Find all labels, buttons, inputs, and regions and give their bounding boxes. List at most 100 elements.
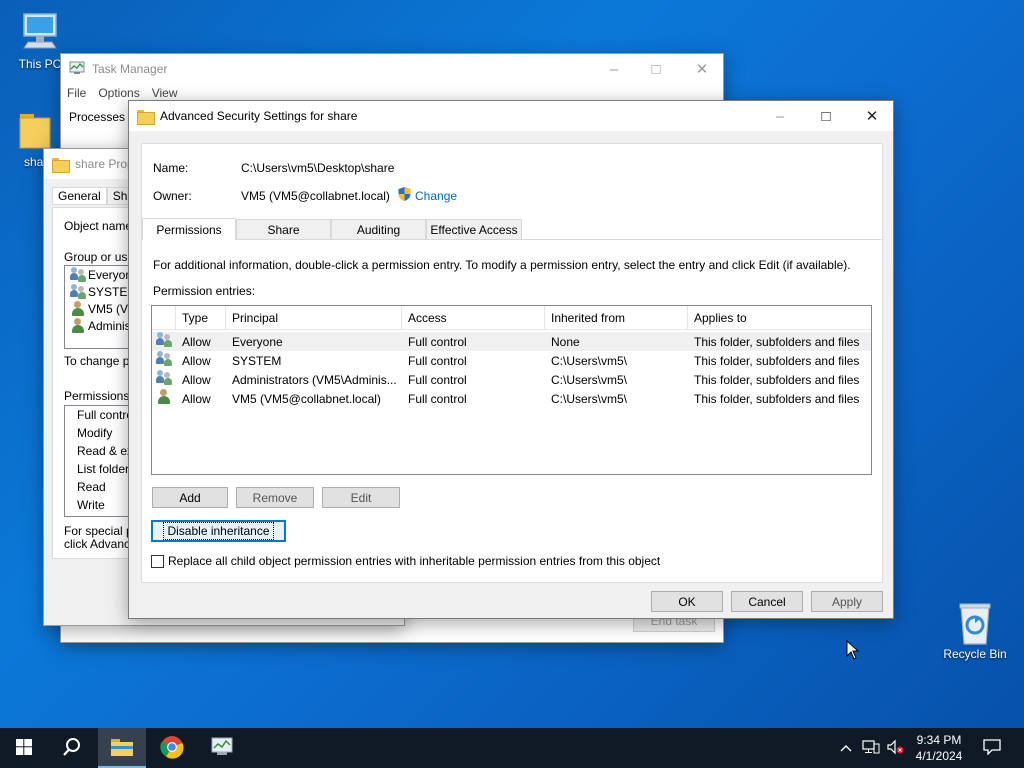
entry-applies-to: This folder, subfolders and files	[694, 372, 860, 387]
user-icon	[156, 389, 172, 405]
principal-icon-cell	[152, 370, 176, 389]
entry-principal: SYSTEM	[232, 353, 282, 368]
clock-time: 9:34 PM	[916, 733, 962, 747]
taskbar-task-manager[interactable]	[198, 728, 246, 768]
tab-share[interactable]: Share	[236, 219, 331, 239]
name-value: C:\Users\vm5\Desktop\share	[241, 161, 395, 175]
close-button[interactable]: ✕	[849, 101, 895, 131]
menu-file[interactable]: File	[67, 86, 86, 100]
search-button[interactable]	[48, 728, 96, 768]
column-header-principal[interactable]: Principal	[226, 306, 402, 329]
list-rows: Allow Everyone Full control None This folder…	[152, 332, 871, 408]
tab-processes[interactable]: Processes	[69, 110, 125, 124]
folder-icon	[52, 157, 70, 173]
edit-button[interactable]: Edit	[322, 487, 400, 508]
network-tray-button[interactable]	[860, 728, 882, 768]
chevron-up-icon	[840, 741, 852, 755]
entry-applies-to: This folder, subfolders and files	[694, 391, 860, 406]
clock[interactable]: 9:34 PM 4/1/2024	[908, 728, 970, 768]
tab-permissions[interactable]: Permissions	[142, 218, 236, 240]
column-header-inherited-from[interactable]: Inherited from	[545, 306, 688, 329]
volume-tray-button[interactable]	[884, 728, 906, 768]
apply-button[interactable]: Apply	[811, 591, 883, 612]
column-header-type[interactable]: Type	[176, 306, 226, 329]
permission-entry-row[interactable]: Allow SYSTEM Full control C:\Users\vm5\ This…	[152, 351, 871, 370]
minimize-button[interactable]: –	[591, 54, 637, 84]
notifications-button[interactable]	[976, 728, 1008, 768]
folder-icon	[137, 109, 155, 125]
principal-icon-cell	[152, 351, 176, 370]
desktop-icon-recycle-bin[interactable]: Recycle Bin	[937, 600, 1013, 661]
permission-entries-list[interactable]: Type Principal Access Inherited from App…	[151, 305, 872, 475]
permission-entry-row[interactable]: Allow VM5 (VM5@collabnet.local) Full contr…	[152, 389, 871, 408]
file-explorer-icon	[110, 737, 134, 760]
group-or-user-label: Group or user	[64, 250, 139, 264]
entry-principal: Administrators (VM5\Adminis...	[232, 372, 397, 387]
dialog-tabs: Permissions Share Auditing Effective Acc…	[141, 218, 883, 241]
minimize-button[interactable]: –	[757, 101, 803, 131]
header-icon-col	[152, 306, 176, 329]
task-manager-menubar: File Options View	[67, 86, 178, 100]
replace-child-entries-checkbox[interactable]	[151, 554, 164, 568]
group-icon	[156, 370, 172, 386]
taskbar: 9:34 PM 4/1/2024	[0, 728, 1024, 768]
group-icon	[156, 351, 172, 367]
advanced-security-dialog[interactable]: Advanced Security Settings for share – □…	[128, 100, 894, 619]
entry-access: Full control	[408, 372, 467, 387]
maximize-button[interactable]: □	[633, 54, 679, 84]
network-icon	[862, 739, 880, 758]
folder-icon	[12, 108, 56, 152]
group-icon	[156, 332, 172, 348]
task-manager-icon	[69, 60, 85, 79]
replace-child-entries-option[interactable]: Replace all child object permission entr…	[151, 554, 660, 568]
search-icon	[62, 737, 82, 760]
tab-auditing[interactable]: Auditing	[331, 219, 426, 239]
ok-button[interactable]: OK	[651, 591, 723, 612]
add-button[interactable]: Add	[152, 487, 228, 508]
disable-inheritance-button[interactable]: Disable inheritance	[151, 520, 286, 542]
chrome-icon	[160, 735, 184, 762]
cancel-button[interactable]: Cancel	[731, 591, 803, 612]
task-manager-icon	[210, 736, 234, 761]
column-header-applies-to[interactable]: Applies to	[688, 306, 871, 329]
recycle-bin-icon	[953, 600, 997, 645]
tab-general[interactable]: General	[52, 187, 107, 205]
principal-icon-cell	[152, 389, 176, 408]
entry-applies-to: This folder, subfolders and files	[694, 353, 860, 368]
notification-icon	[983, 738, 1001, 758]
entry-access: Full control	[408, 334, 467, 349]
taskbar-file-explorer[interactable]	[98, 728, 146, 768]
taskbar-chrome[interactable]	[148, 728, 196, 768]
name-label: Name:	[153, 161, 189, 175]
user-icon	[70, 317, 86, 334]
group-icon	[70, 283, 86, 300]
menu-view[interactable]: View	[152, 86, 178, 100]
entry-type: Allow	[182, 353, 211, 368]
object-name-label: Object name:	[64, 219, 136, 233]
show-hidden-icons-button[interactable]	[836, 728, 856, 768]
start-button[interactable]	[0, 728, 48, 768]
mouse-cursor	[846, 639, 860, 663]
list-header: Type Principal Access Inherited from App…	[152, 306, 871, 330]
permission-entry-row[interactable]: Allow Everyone Full control None This folder…	[152, 332, 871, 351]
change-owner-link[interactable]: Change	[397, 186, 457, 205]
maximize-button[interactable]: □	[803, 101, 849, 131]
menu-options[interactable]: Options	[98, 86, 139, 100]
entry-type: Allow	[182, 334, 211, 349]
tab-effective-access[interactable]: Effective Access	[426, 219, 522, 239]
volume-muted-icon	[886, 739, 904, 758]
recycle-bin-label: Recycle Bin	[943, 647, 1007, 661]
remove-button[interactable]: Remove	[236, 487, 314, 508]
special-permissions-text-2: click Advance	[64, 537, 137, 551]
entry-applies-to: This folder, subfolders and files	[694, 334, 860, 349]
close-button[interactable]: ✕	[679, 54, 725, 84]
owner-label: Owner:	[153, 189, 192, 203]
entry-principal: Everyone	[232, 334, 283, 349]
windows-logo-icon	[16, 738, 32, 758]
computer-icon	[18, 10, 62, 54]
dialog-title: Advanced Security Settings for share	[160, 109, 358, 123]
principal-icon-cell	[152, 332, 176, 351]
column-header-access[interactable]: Access	[402, 306, 545, 329]
permission-entry-row[interactable]: Allow Administrators (VM5\Adminis... Full …	[152, 370, 871, 389]
entry-inherited-from: C:\Users\vm5\	[551, 353, 628, 368]
